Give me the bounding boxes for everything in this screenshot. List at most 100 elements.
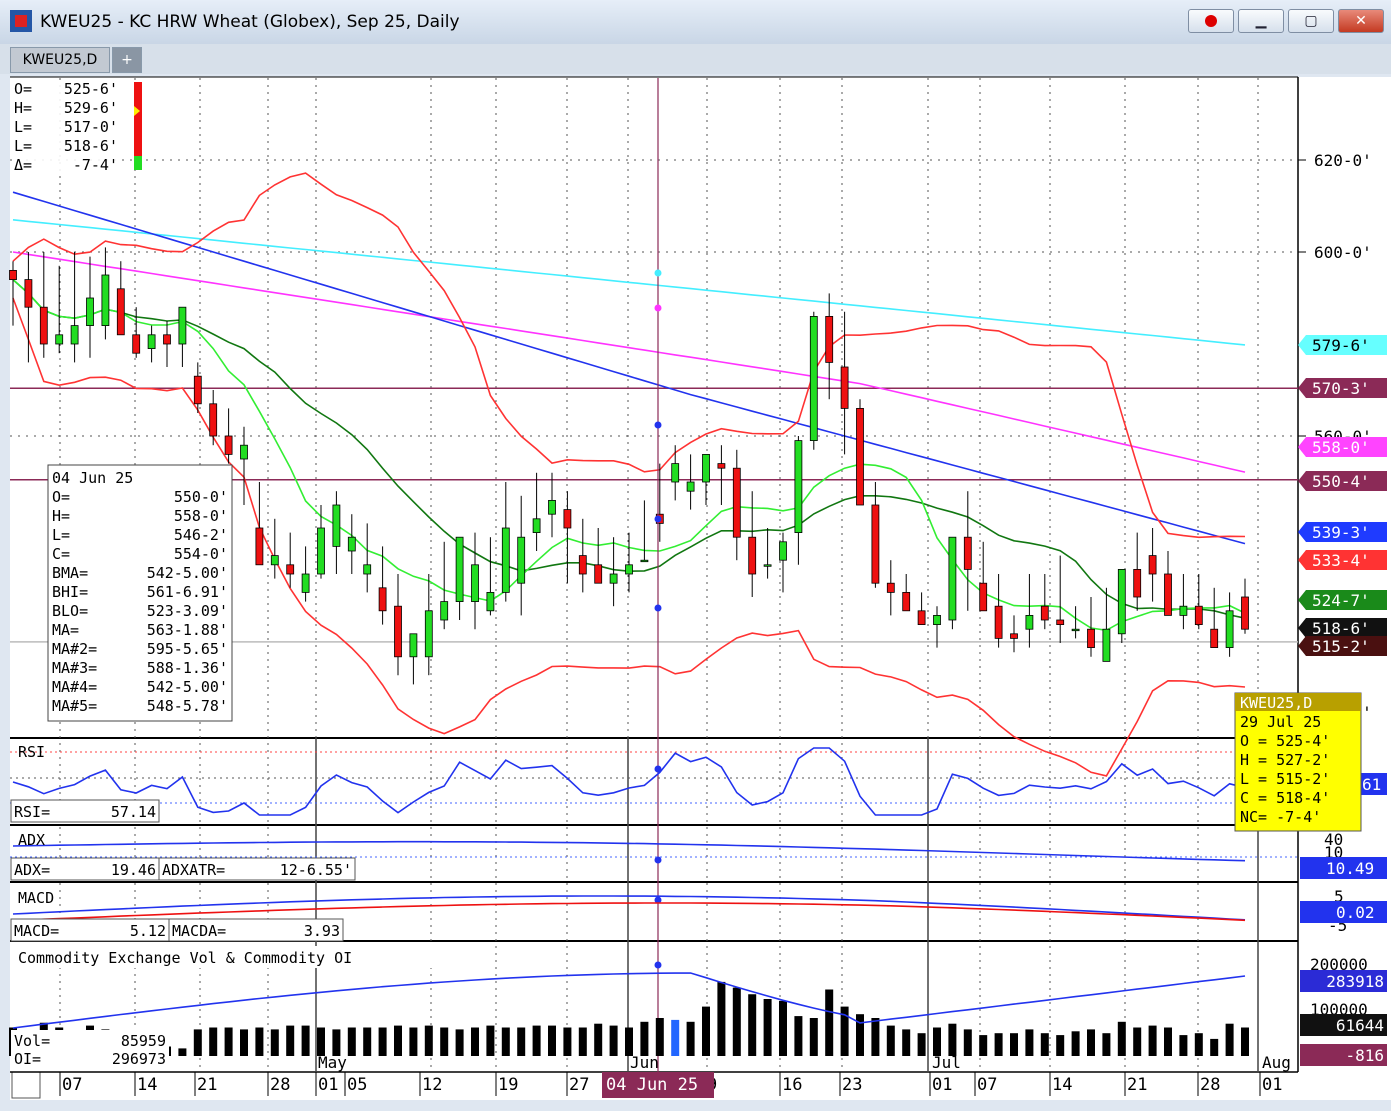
price-tag: 515-2' [1298,636,1387,656]
data-box-label: MA#4= [52,678,97,696]
volume-bar [1117,1021,1126,1056]
candle-body [332,504,341,547]
volume-bar [224,1027,233,1056]
minimize-button[interactable]: ▁ [1238,9,1284,33]
candle-body [1241,596,1249,630]
date-tick-label: 21 [197,1075,217,1095]
volume-bar [1225,1023,1234,1056]
volume-bar [1164,1027,1172,1056]
maximize-button[interactable]: ▢ [1288,9,1334,33]
volume-bar [1071,1031,1080,1056]
price-tag-label: 570-3' [1312,379,1370,398]
cursor-marker [654,304,662,312]
volume-bar [763,999,772,1056]
volume-bar [332,1029,341,1056]
price-tag: 518-6' [1298,618,1387,638]
ohlc-label: O= [14,80,32,98]
candle-body [1148,555,1157,575]
adx-readout-label: ADX= [14,861,50,879]
candle-body [979,582,988,612]
date-tick-label: 28 [1200,1075,1220,1095]
macd-panel-title: MACD [18,889,54,907]
volume-bar [594,1023,603,1056]
volume-bar [578,1027,587,1056]
volume-bar [1133,1027,1142,1056]
volume-bar [548,1025,556,1056]
volume-bar [1010,1033,1018,1056]
volume-bar [1056,1035,1065,1056]
data-window-box: 04 Jun 25 O= 550-0' H= 558-0' L= 546-2' C= 554-… [47,464,233,722]
candle-body [517,536,526,584]
candle-body [1225,610,1234,648]
vol-panel-title: Commodity Exchange Vol & Commodity OI [18,949,352,967]
candle-body [625,564,633,575]
candle-body [471,564,479,602]
rsi-tag-label: 61 [1362,775,1381,794]
chart-area[interactable]: RSI RSI= 57.14 61 ADX ADX= 19.46 ADXATR= 12-6.55… [0,74,1391,1111]
close-button[interactable]: ✕ [1338,9,1384,33]
candle-body [1102,628,1111,662]
date-tick-label: 01 [318,1075,338,1095]
candle-body [1164,573,1172,616]
vol-readout-label: Vol= [14,1032,50,1050]
candle-body [270,555,279,566]
oi-readout-label: OI= [14,1050,41,1068]
volume-bar [301,1025,310,1056]
cursor-marker [654,856,662,864]
window-title: KWEU25 - KC HRW Wheat (Globex), Sep 25, … [40,12,460,32]
candle-body [871,504,880,584]
ohlc-value: 529-6' [64,99,118,117]
ohlc-value: -7-4' [73,156,118,174]
volume-bar [825,989,834,1056]
data-box-value: 542-5.00' [147,678,228,696]
tab-kweu25[interactable]: KWEU25,D [10,47,110,73]
tooltip-row: C = 518-4' [1240,789,1330,807]
macd-readout-value: 5.12 [130,922,166,940]
candle-body [486,592,495,612]
oi-readout-value: 296973 [112,1050,166,1068]
date-tick-label: 14 [137,1075,157,1095]
candle-body [548,499,556,515]
volume-bar [424,1025,433,1056]
volume-bar [655,1018,664,1056]
title-bar[interactable]: KWEU25 - KC HRW Wheat (Globex), Sep 25, … [0,0,1391,45]
candle-body [378,587,387,612]
macda-readout-label: MACDA= [172,922,226,940]
candle-body [1025,615,1034,630]
candle-body [532,518,541,533]
record-button[interactable] [1188,9,1234,33]
volume-bar [363,1027,372,1056]
candle-body [594,564,603,584]
add-tab-button[interactable]: + [112,47,142,73]
volume-bar [979,1035,988,1056]
month-label: Jul [932,1053,961,1072]
date-tick-label: 01 [932,1075,952,1095]
volume-bar [871,1018,880,1056]
candle-body [640,559,649,563]
ohlc-readout: O= 525-6' H= 529-6' L= 517-0' L= 518-6' … [12,80,122,174]
candle-body [748,536,757,575]
candle-body [686,481,695,492]
ohlc-value: 525-6' [64,80,118,98]
candle-body [409,633,418,658]
data-box-label: H= [52,507,70,525]
volume-bar [394,1025,402,1056]
candle-body [9,269,17,280]
candle-body [363,564,372,575]
cursor-marker [654,269,662,277]
volume-bar [902,1029,911,1056]
price-tag-label: 550-4' [1312,472,1370,491]
axis-corner-box[interactable] [11,1071,41,1099]
volume-bar [933,1027,941,1056]
tooltip-row: NC= -7-4' [1240,808,1321,826]
tooltip-row: O = 525-4' [1240,732,1330,750]
date-tick-label: 16 [782,1075,802,1095]
volume-bar [317,1027,325,1056]
candle-body [963,536,972,570]
volume-bar [671,1019,680,1056]
volume-bar [563,1027,572,1056]
cursor-date-label: 04 Jun 25 [606,1075,698,1095]
tooltip-row: L = 515-2' [1240,770,1330,788]
data-box-label: O= [52,488,70,506]
candle-body [1117,569,1126,635]
